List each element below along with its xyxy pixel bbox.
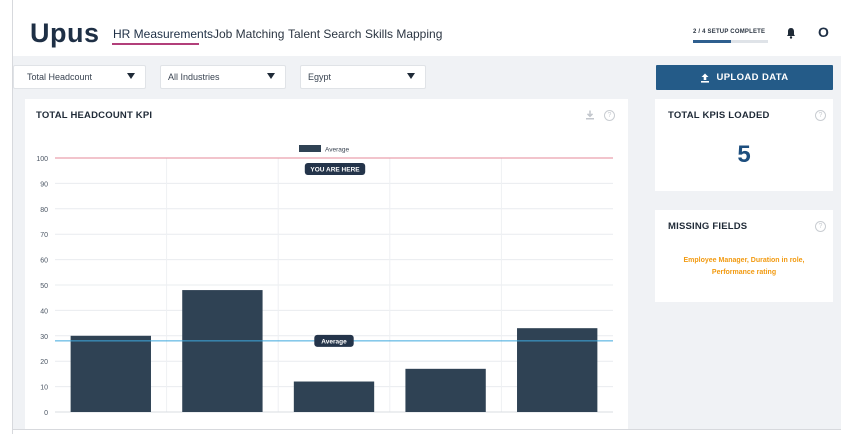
industry-select-value: All Industries bbox=[168, 72, 220, 82]
chevron-down-icon bbox=[127, 73, 135, 79]
industry-select[interactable]: All Industries bbox=[160, 65, 286, 89]
bar bbox=[405, 368, 486, 412]
y-tick-label: 50 bbox=[40, 283, 48, 290]
missing-fields-line: Employee Manager, Duration in role, bbox=[683, 257, 805, 264]
brand-logo[interactable]: Upus bbox=[30, 18, 100, 49]
upload-data-button[interactable]: UPLOAD DATA bbox=[656, 65, 833, 90]
y-tick-label: 20 bbox=[40, 359, 48, 366]
kpis-card-title: TOTAL KPIS LOADED bbox=[668, 110, 770, 121]
setup-progress-bar bbox=[693, 40, 768, 43]
bar bbox=[182, 290, 263, 412]
y-tick-label: 80 bbox=[40, 207, 48, 214]
chevron-down-icon bbox=[407, 73, 415, 79]
missing-fields-list: Employee Manager, Duration in role, Perf… bbox=[655, 255, 833, 279]
average-label: Average bbox=[321, 338, 347, 345]
legend-swatch bbox=[299, 145, 321, 152]
you-are-here-label: YOU ARE HERE bbox=[310, 167, 360, 174]
y-tick-label: 40 bbox=[40, 308, 48, 315]
help-icon[interactable]: ? bbox=[815, 221, 826, 232]
nav-job-matching[interactable]: Job Matching bbox=[213, 27, 284, 41]
bell-icon[interactable] bbox=[785, 27, 797, 39]
chevron-down-icon bbox=[267, 73, 275, 79]
nav-hr-measurements[interactable]: HR Measurements bbox=[113, 27, 213, 41]
help-icon[interactable]: ? bbox=[815, 110, 826, 121]
y-tick-label: 70 bbox=[40, 232, 48, 239]
user-avatar[interactable]: O bbox=[818, 24, 829, 40]
country-select[interactable]: Egypt bbox=[300, 65, 426, 89]
bar bbox=[70, 335, 151, 412]
headcount-kpi-card: TOTAL HEADCOUNT KPI ? 0 10 20 30 40 50 60 70 80 9… bbox=[25, 99, 628, 429]
legend-label: Average bbox=[325, 147, 349, 154]
nav-talent-search[interactable]: Talent Search bbox=[288, 27, 361, 41]
headcount-bar-chart: 0 10 20 30 40 50 60 70 80 90 100 YOU ARE HERE Avera… bbox=[36, 145, 613, 417]
y-tick-label: 60 bbox=[40, 258, 48, 265]
kpis-loaded-value: 5 bbox=[737, 141, 751, 168]
missing-fields-card: MISSING FIELDS ? Employee Manager, Durat… bbox=[655, 210, 833, 302]
kpi-select-value: Total Headcount bbox=[27, 72, 93, 82]
y-tick-label: 30 bbox=[40, 334, 48, 341]
country-select-value: Egypt bbox=[308, 72, 332, 82]
kpis-loaded-card: TOTAL KPIS LOADED ? 5 bbox=[655, 99, 833, 191]
kpi-select[interactable]: Total Headcount bbox=[13, 65, 146, 89]
y-tick-label: 10 bbox=[40, 385, 48, 392]
setup-progress-fill bbox=[693, 40, 731, 43]
missing-fields-line: Performance rating bbox=[711, 269, 777, 276]
y-tick-label: 90 bbox=[40, 181, 48, 188]
upload-icon bbox=[701, 73, 710, 83]
nav-skills-mapping[interactable]: Skills Mapping bbox=[365, 27, 442, 41]
upload-data-label: UPLOAD DATA bbox=[716, 72, 789, 83]
window-border-bottom bbox=[12, 429, 841, 430]
nav-active-indicator bbox=[112, 43, 199, 45]
missing-card-title: MISSING FIELDS bbox=[668, 221, 748, 232]
y-tick-label: 0 bbox=[44, 410, 48, 417]
top-navigation-bar: Upus HR Measurements Job Matching Talent… bbox=[13, 0, 841, 55]
y-tick-label: 100 bbox=[36, 156, 48, 163]
bar bbox=[293, 381, 375, 412]
setup-status-text[interactable]: 2 / 4 SETUP COMPLETE bbox=[693, 29, 765, 35]
